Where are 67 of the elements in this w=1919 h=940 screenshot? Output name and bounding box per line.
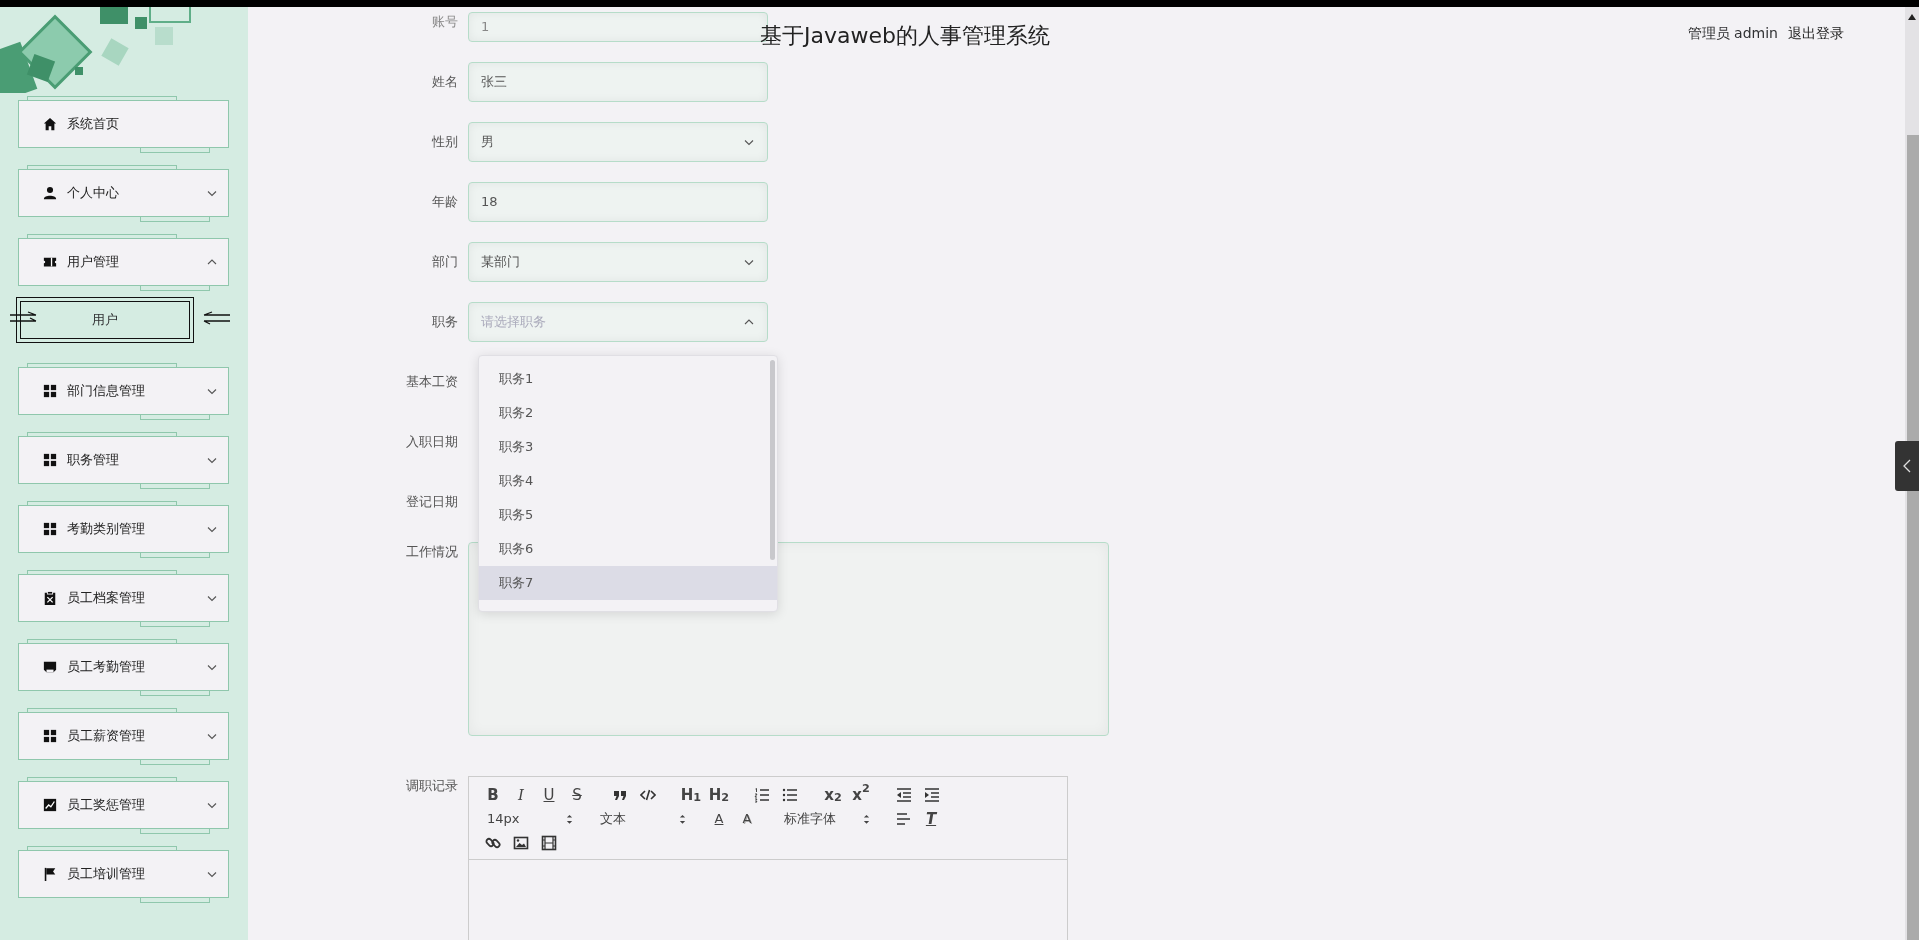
dropdown-option[interactable]: 职务7 <box>479 566 777 600</box>
grid-icon <box>43 729 57 743</box>
dropdown-option[interactable]: 职务4 <box>479 464 777 498</box>
sort-caret-icon <box>679 813 686 825</box>
picker-dropdown[interactable]: 文本 <box>592 807 690 831</box>
collapse-button[interactable] <box>1895 441 1919 491</box>
select-field[interactable]: 男 <box>468 122 768 162</box>
dropdown-option[interactable]: 职务6 <box>479 532 777 566</box>
field-label: 年龄 <box>432 194 458 209</box>
grid-icon <box>43 522 57 536</box>
underline-button[interactable]: U <box>535 783 563 807</box>
input-field[interactable]: 张三 <box>468 62 768 102</box>
logout-link[interactable]: 退出登录 <box>1788 23 1844 44</box>
field-label: 入职日期 <box>406 434 458 449</box>
script-button[interactable]: x$_{2}$ <box>819 783 847 807</box>
italic-button[interactable]: I <box>507 783 535 807</box>
indent-icon <box>924 787 940 803</box>
ordered-list-icon <box>754 787 770 803</box>
dropdown-option[interactable]: 职务1 <box>479 362 777 396</box>
strikethrough-button[interactable]: S <box>563 783 591 807</box>
field-label: 工作情况 <box>406 544 458 559</box>
field-label: 基本工资 <box>406 374 458 389</box>
align-icon <box>895 811 911 827</box>
heading-button[interactable]: H$_{1}$ <box>677 783 705 807</box>
list-icon <box>782 787 798 803</box>
video-icon <box>541 835 557 851</box>
dropdown-option[interactable]: 职务5 <box>479 498 777 532</box>
sort-caret-icon <box>863 813 870 825</box>
person-icon <box>43 186 57 200</box>
field-label: 姓名 <box>432 74 458 89</box>
field-label: 调职记录 <box>406 778 458 793</box>
grid-icon <box>43 384 57 398</box>
user-label: 管理员 admin <box>1687 24 1778 43</box>
outdent-icon <box>896 787 912 803</box>
clear-format-button[interactable]: T <box>917 807 945 831</box>
field-label: 性别 <box>432 134 458 149</box>
field-label: 登记日期 <box>406 494 458 509</box>
scrollbar-thumb[interactable] <box>1907 135 1919 940</box>
home-icon <box>43 117 57 131</box>
scroll-up-icon[interactable] <box>1908 14 1916 20</box>
select-field[interactable]: 某部门 <box>468 242 768 282</box>
heading-button[interactable]: H$_{2}$ <box>705 783 733 807</box>
chart-icon <box>43 798 57 812</box>
field-label: 账号 <box>432 14 458 29</box>
bold-button[interactable]: B <box>479 783 507 807</box>
field-label: 职务 <box>432 314 458 329</box>
tray-icon <box>43 660 57 674</box>
chevron-left-icon <box>1903 459 1911 473</box>
picker-dropdown[interactable]: 14px <box>479 807 577 831</box>
dropdown-option[interactable]: 职务2 <box>479 396 777 430</box>
grid-icon <box>43 453 57 467</box>
picker-dropdown[interactable]: 标准字体 <box>776 807 874 831</box>
clipboard-icon <box>43 591 57 605</box>
ticket-icon <box>43 255 57 269</box>
link-icon <box>485 835 501 851</box>
image-icon <box>513 835 529 851</box>
sort-caret-icon <box>566 813 573 825</box>
dropdown-option[interactable]: 职务3 <box>479 430 777 464</box>
input-field[interactable]: 18 <box>468 182 768 222</box>
scrollbar-thumb[interactable] <box>770 360 775 560</box>
flag-icon <box>43 867 57 881</box>
script-button[interactable]: x$^{2}$ <box>847 783 875 807</box>
field-label: 部门 <box>432 254 458 269</box>
scrollbar[interactable] <box>1905 7 1919 940</box>
background-color-button[interactable]: A <box>733 807 761 831</box>
code-icon <box>640 787 656 803</box>
font-color-button[interactable]: A <box>705 807 733 831</box>
